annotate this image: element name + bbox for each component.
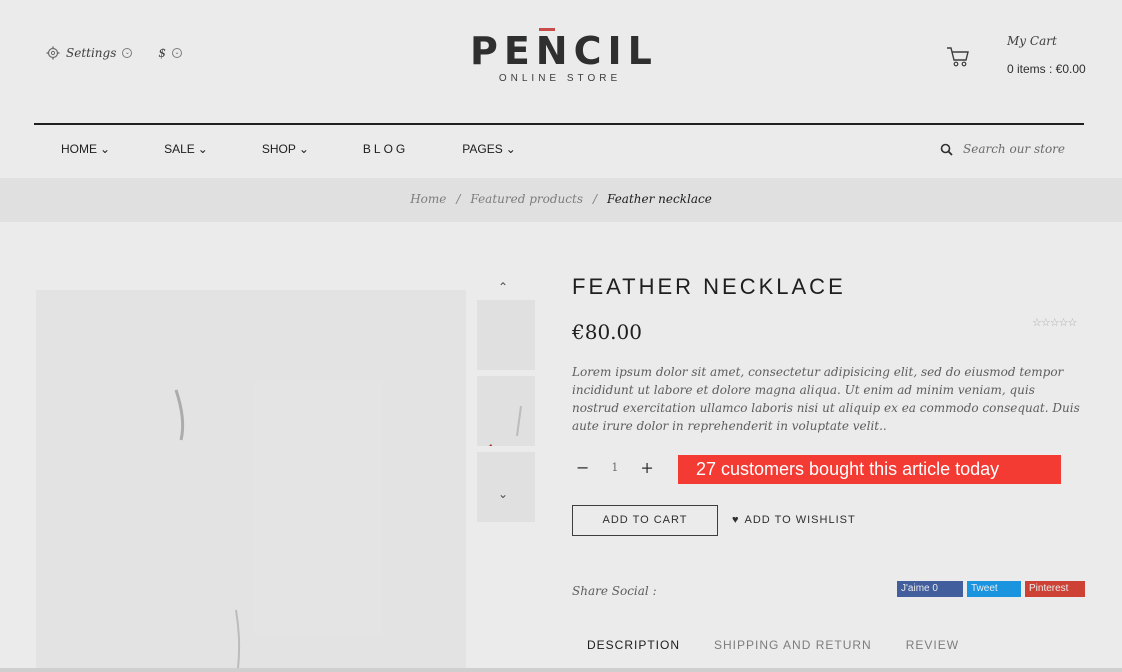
nav-item-shop[interactable]: SHOP ⌄ bbox=[262, 142, 309, 156]
search-input[interactable] bbox=[963, 142, 1073, 156]
breadcrumb: Home / Featured products / Feather necklace bbox=[0, 192, 1122, 206]
quantity-value[interactable]: 1 bbox=[611, 461, 618, 474]
decrease-quantity-button[interactable]: − bbox=[576, 458, 589, 477]
breadcrumb-featured[interactable]: Featured products bbox=[470, 192, 583, 206]
product-main-image[interactable] bbox=[36, 290, 466, 669]
add-to-wishlist-button[interactable]: ♥ ADD TO WISHLIST bbox=[732, 514, 856, 526]
logo-wordmark: PENCIL bbox=[470, 29, 658, 73]
cart-label[interactable]: My Cart bbox=[1007, 34, 1057, 48]
product-thumbnail[interactable] bbox=[477, 300, 535, 370]
search-bar bbox=[940, 142, 1073, 156]
product-title: FEATHER NECKLACE bbox=[572, 274, 846, 299]
header-utilities: Settings ⌄ $ ⌄ bbox=[46, 46, 183, 60]
logo-subtitle: ONLINE STORE bbox=[498, 73, 622, 84]
tab-shipping-and-return[interactable]: SHIPPING AND RETURN bbox=[714, 638, 872, 652]
chevron-down-icon: ⌄ bbox=[122, 48, 133, 58]
rating-stars-icon: ☆☆☆☆☆ bbox=[1032, 316, 1077, 329]
gear-icon bbox=[46, 46, 60, 60]
product-page: Settings ⌄ $ ⌄ PENCIL ONLINE STORE My Ca… bbox=[0, 0, 1122, 669]
settings-menu[interactable]: Settings ⌄ bbox=[46, 46, 133, 60]
nav-item-label: HOME bbox=[61, 142, 97, 156]
sales-notification-banner: 27 customers bought this article today bbox=[678, 455, 1061, 484]
product-price: €80.00 bbox=[572, 320, 642, 344]
chevron-down-icon: ⌄ bbox=[505, 142, 516, 156]
chevron-down-icon: ⌄ bbox=[197, 142, 208, 156]
pinterest-button[interactable]: Pinterest bbox=[1025, 581, 1085, 597]
quantity-stepper: − 1 + bbox=[576, 458, 654, 477]
product-thumbnail[interactable] bbox=[477, 376, 535, 472]
settings-label: Settings bbox=[66, 46, 117, 60]
add-to-cart-button[interactable]: ADD TO CART bbox=[572, 505, 718, 536]
breadcrumb-separator: / bbox=[592, 192, 598, 206]
currency-menu[interactable]: $ ⌄ bbox=[158, 46, 183, 60]
cart-summary[interactable]: 0 items : €0.00 bbox=[1007, 62, 1086, 76]
tab-description[interactable]: DESCRIPTION bbox=[587, 638, 680, 652]
nav-item-label: SHOP bbox=[261, 142, 296, 156]
cart-icon[interactable] bbox=[946, 46, 970, 72]
chevron-down-icon: ⌄ bbox=[298, 142, 309, 156]
search-icon[interactable] bbox=[940, 143, 953, 156]
increase-quantity-button[interactable]: + bbox=[640, 458, 653, 477]
nav-item-blog[interactable]: BLOG bbox=[363, 142, 408, 156]
nav-item-label: BLOG bbox=[362, 142, 409, 156]
share-label: Share Social : bbox=[572, 584, 657, 598]
tweet-button[interactable]: Tweet bbox=[967, 581, 1021, 597]
breadcrumb-home[interactable]: Home bbox=[410, 192, 446, 206]
header-divider bbox=[34, 123, 1084, 125]
nav-item-pages[interactable]: PAGES ⌄ bbox=[462, 142, 516, 156]
nav-item-label: PAGES bbox=[462, 142, 503, 156]
product-description: Lorem ipsum dolor sit amet, consectetur … bbox=[572, 365, 1080, 433]
product-tabs: DESCRIPTION SHIPPING AND RETURN REVIEW bbox=[587, 638, 959, 652]
main-nav: HOME ⌄ SALE ⌄ SHOP ⌄ BLOG PAGES ⌄ bbox=[61, 142, 570, 156]
heart-icon: ♥ bbox=[732, 514, 740, 526]
tab-review[interactable]: REVIEW bbox=[906, 638, 959, 652]
social-share: J'aime 0 Tweet Pinterest bbox=[897, 581, 1085, 597]
nav-item-label: SALE bbox=[164, 142, 195, 156]
chevron-up-icon[interactable]: ⌃ bbox=[498, 280, 508, 294]
breadcrumb-separator: / bbox=[456, 192, 461, 206]
chevron-down-icon: ⌄ bbox=[100, 142, 111, 156]
nav-item-sale[interactable]: SALE ⌄ bbox=[164, 142, 208, 156]
logo-accent bbox=[539, 28, 555, 31]
facebook-like-button[interactable]: J'aime 0 bbox=[897, 581, 963, 597]
store-logo[interactable]: PENCIL ONLINE STORE bbox=[470, 22, 658, 84]
wishlist-label: ADD TO WISHLIST bbox=[744, 514, 856, 526]
currency-label: $ bbox=[158, 46, 167, 60]
nav-item-home[interactable]: HOME ⌄ bbox=[61, 142, 110, 156]
chevron-down-icon: ⌄ bbox=[172, 48, 183, 58]
breadcrumb-current: Feather necklace bbox=[607, 192, 712, 206]
chevron-down-icon[interactable]: ⌄ bbox=[498, 487, 508, 501]
